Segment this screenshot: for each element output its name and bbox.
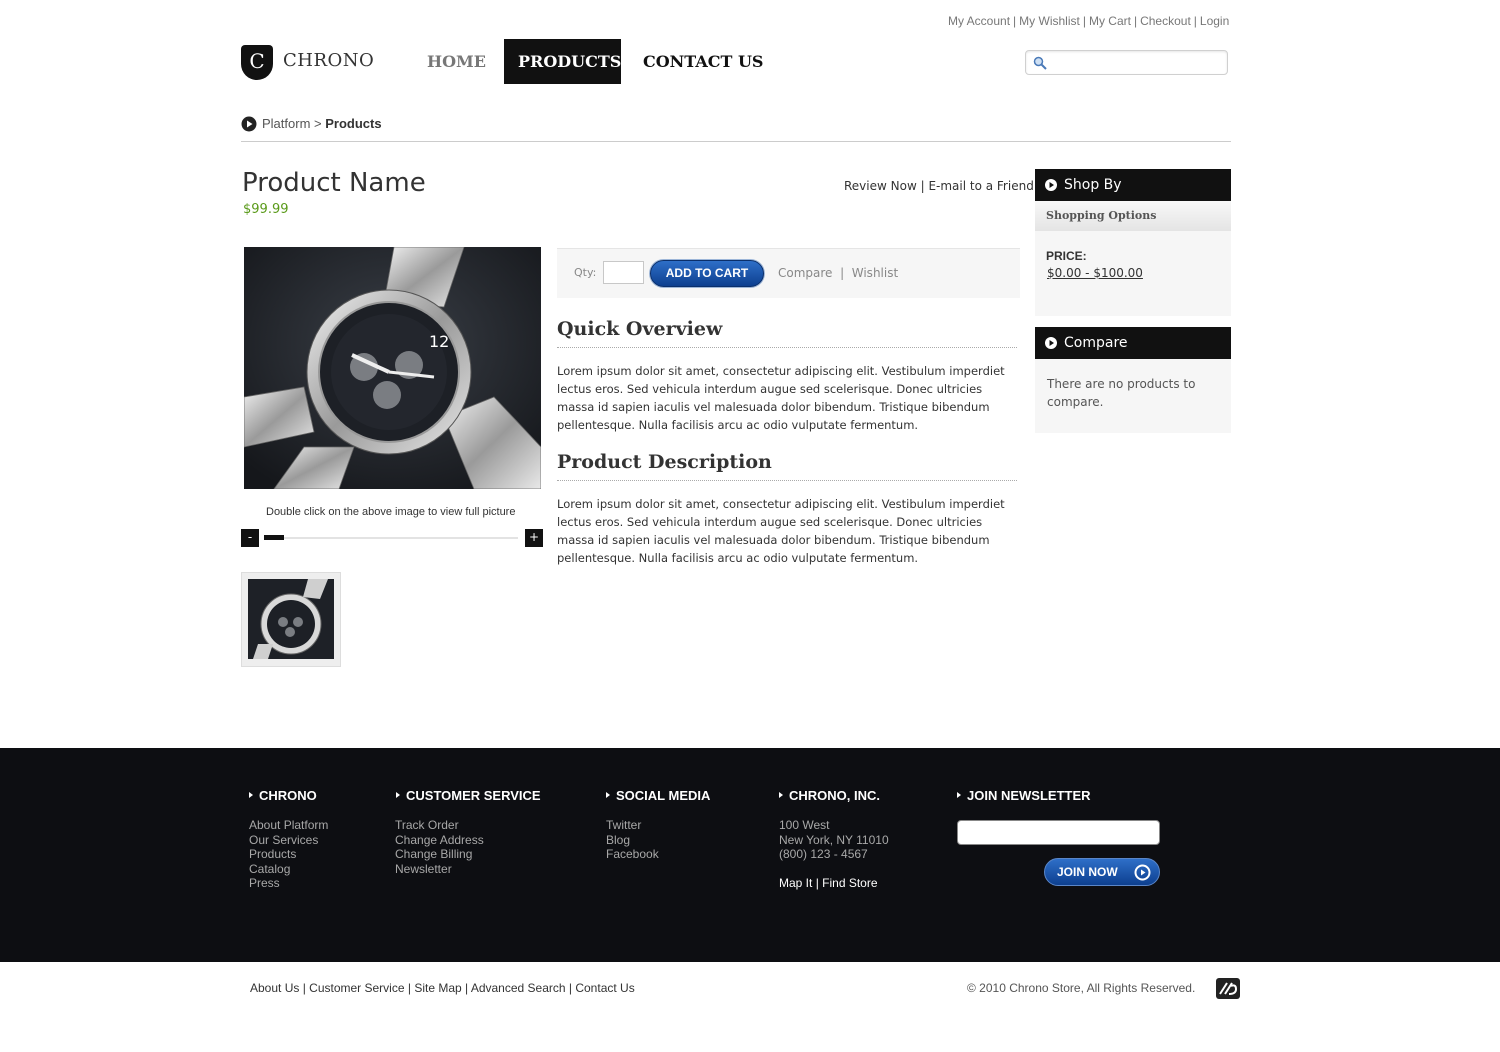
footer-col-company-title: CHRONO, INC. <box>779 788 880 803</box>
footer <box>0 748 1500 962</box>
footer-link[interactable]: Facebook <box>606 847 659 862</box>
footer-link[interactable]: Catalog <box>249 862 328 877</box>
search-box <box>1025 50 1228 75</box>
about-us-link[interactable]: About Us <box>250 981 299 995</box>
price-range-link[interactable]: $0.00 - $100.00 <box>1047 266 1143 280</box>
nav-products[interactable]: PRODUCTS <box>504 39 621 84</box>
login-link[interactable]: Login <box>1200 14 1229 28</box>
arrow-right-circle-icon <box>1045 179 1057 191</box>
review-now-link[interactable]: Review Now <box>844 179 917 193</box>
footer-map-links: Map It | Find Store <box>779 876 878 890</box>
footer-link[interactable]: Change Address <box>395 833 484 848</box>
shop-by-title: Shop By <box>1064 177 1122 193</box>
breadcrumb: Platform > Products <box>262 116 382 131</box>
my-account-link[interactable]: My Account <box>948 14 1010 28</box>
footer-col-chrono-title: CHRONO <box>249 788 317 803</box>
footer-link[interactable]: Our Services <box>249 833 328 848</box>
zoom-slider-track[interactable] <box>264 537 518 539</box>
quick-overview-text: Lorem ipsum dolor sit amet, consectetur … <box>557 364 1005 432</box>
qty-input[interactable] <box>603 261 644 284</box>
description-divider <box>557 480 1017 481</box>
svg-text:12: 12 <box>429 332 449 351</box>
logo-badge[interactable]: C <box>241 45 273 80</box>
customer-service-link[interactable]: Customer Service <box>309 981 404 995</box>
checkout-link[interactable]: Checkout <box>1140 14 1191 28</box>
thumbnail-image <box>248 579 334 659</box>
join-now-label: JOIN NOW <box>1057 865 1118 879</box>
my-wishlist-link[interactable]: My Wishlist <box>1019 14 1080 28</box>
image-caption: Double click on the above image to view … <box>266 506 516 518</box>
search-input[interactable] <box>1052 52 1222 73</box>
footer-address-line: New York, NY 11010 <box>779 832 889 847</box>
nav-home[interactable]: HOME <box>413 39 500 84</box>
map-it-link[interactable]: Map It <box>779 876 812 890</box>
footer-col-newsletter-title: JOIN NEWSLETTER <box>957 788 1091 803</box>
copyright: © 2010 Chrono Store, All Rights Reserved… <box>967 981 1196 995</box>
footer-link[interactable]: Press <box>249 876 328 891</box>
footer-link[interactable]: Change Billing <box>395 847 484 862</box>
footer-link[interactable]: Blog <box>606 833 659 848</box>
product-price: $99.99 <box>243 202 289 217</box>
email-friend-link[interactable]: E-mail to a Friend <box>928 179 1033 193</box>
overview-divider <box>557 347 1017 348</box>
footer-col-customer-service-title: CUSTOMER SERVICE <box>396 788 541 803</box>
review-links: Review Now | E-mail to a Friend <box>844 179 1034 193</box>
join-now-button[interactable]: JOIN NOW <box>1044 858 1160 886</box>
play-circle-icon <box>241 116 257 132</box>
footer-col-social-media-list: Twitter Blog Facebook <box>606 818 659 862</box>
contact-us-link[interactable]: Contact Us <box>575 981 634 995</box>
compare-empty-text: There are no products to compare. <box>1047 377 1196 409</box>
product-name: Product Name <box>242 168 426 198</box>
footer-col-chrono-list: About Platform Our Services Products Cat… <box>249 818 328 891</box>
footer-col-company-address: 100 West New York, NY 11010 (800) 123 - … <box>779 818 889 862</box>
cart-secondary-links: Compare | Wishlist <box>778 266 899 280</box>
product-image[interactable]: 12 <box>244 247 541 489</box>
watch-image: 12 <box>244 247 541 489</box>
shop-by-header: Shop By <box>1035 169 1231 201</box>
search-icon[interactable] <box>1033 56 1047 70</box>
footer-link[interactable]: Track Order <box>395 818 484 833</box>
wishlist-link[interactable]: Wishlist <box>852 266 898 280</box>
zoom-out-button[interactable]: - <box>241 529 259 547</box>
product-thumbnail[interactable] <box>241 572 341 667</box>
product-description-text: Lorem ipsum dolor sit amet, consectetur … <box>557 497 1005 565</box>
zoom-slider-handle[interactable] <box>264 535 284 540</box>
footer-col-customer-service-list: Track Order Change Address Change Billin… <box>395 818 484 876</box>
nav-contact-us[interactable]: CONTACT US <box>629 39 777 84</box>
footer-link[interactable]: Products <box>249 847 328 862</box>
my-cart-link[interactable]: My Cart <box>1089 14 1131 28</box>
site-map-link[interactable]: Site Map <box>414 981 461 995</box>
footer-col-social-media-title: SOCIAL MEDIA <box>606 788 710 803</box>
quick-overview-title: Quick Overview <box>557 318 723 340</box>
footer-link[interactable]: Twitter <box>606 818 659 833</box>
breadcrumb-separator: > <box>314 116 322 131</box>
logo-text[interactable]: CHRONO <box>283 50 374 71</box>
advanced-search-link[interactable]: Advanced Search <box>471 981 566 995</box>
footer-phone: (800) 123 - 4567 <box>779 847 868 862</box>
footer-link[interactable]: Newsletter <box>395 862 484 877</box>
arrow-right-circle-icon <box>1134 864 1151 881</box>
compare-title: Compare <box>1064 335 1128 351</box>
breadcrumb-current: Products <box>325 116 382 131</box>
qty-label: Qty: <box>574 266 597 279</box>
footer-address-line: 100 West <box>779 818 830 832</box>
find-store-link[interactable]: Find Store <box>822 876 877 890</box>
brand-logo-icon[interactable] <box>1215 977 1241 1000</box>
product-description-title: Product Description <box>557 451 772 473</box>
bottom-links: About Us | Customer Service | Site Map |… <box>250 981 635 995</box>
add-to-cart-button[interactable]: ADD TO CART <box>650 260 764 287</box>
breadcrumb-divider <box>241 141 1231 142</box>
arrow-right-circle-icon <box>1045 337 1057 349</box>
account-links: My Account | My Wishlist | My Cart | Checkout |… <box>948 14 1230 28</box>
newsletter-email-input[interactable] <box>957 820 1160 845</box>
zoom-in-button[interactable]: + <box>525 529 543 547</box>
breadcrumb-root[interactable]: Platform <box>262 116 310 131</box>
footer-link[interactable]: About Platform <box>249 818 328 833</box>
price-filter-label: PRICE: <box>1046 249 1087 263</box>
shopping-options-label: Shopping Options <box>1035 201 1231 231</box>
compare-link[interactable]: Compare <box>778 266 832 280</box>
compare-header: Compare <box>1035 327 1231 359</box>
